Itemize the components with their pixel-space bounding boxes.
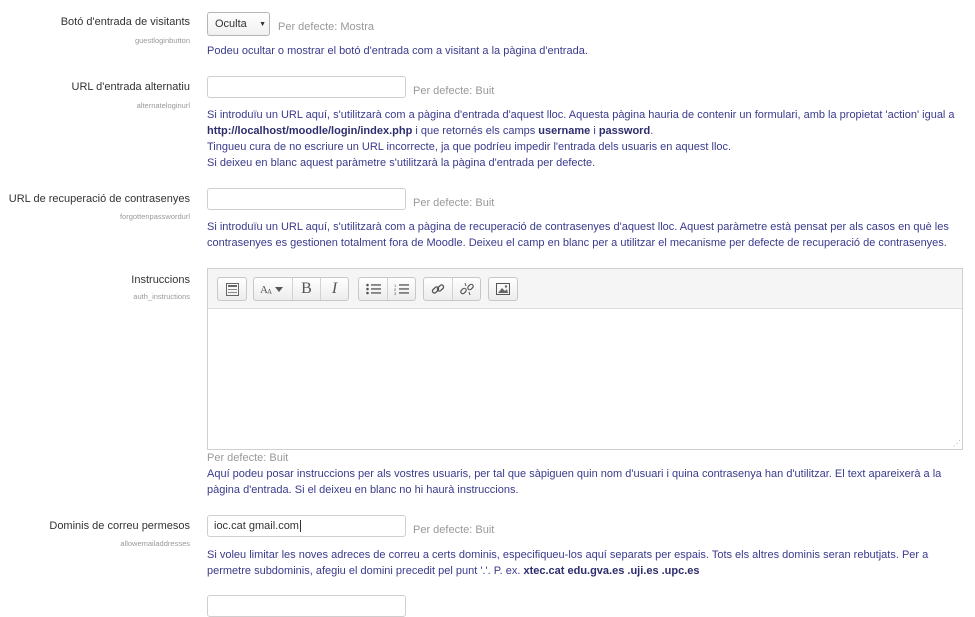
italic-icon[interactable]: I bbox=[320, 278, 348, 300]
setting-key-alternateloginurl: alternateloginurl bbox=[136, 101, 190, 110]
forgottenpasswordurl-description: Si introduïu un URL aquí, s'utilitzarà c… bbox=[207, 221, 949, 249]
setting-key-auth-instructions: auth_instructions bbox=[133, 292, 190, 301]
instructions-editor: AA B I 123 ⋰ bbox=[207, 268, 963, 450]
toolbar-group-links bbox=[423, 277, 481, 301]
next-setting-input[interactable] bbox=[207, 595, 406, 617]
setting-key-forgottenpasswordurl: forgottenpasswordurl bbox=[119, 212, 190, 221]
unlink-icon[interactable] bbox=[452, 278, 480, 300]
auth-instructions-description: Aquí podeu posar instruccions per als vo… bbox=[207, 468, 942, 496]
toolbar-group-toggle bbox=[217, 277, 247, 301]
svg-text:3: 3 bbox=[394, 291, 397, 295]
toolbar-group-lists: 123 bbox=[358, 277, 416, 301]
toolbar-group-text: AA B I bbox=[253, 277, 349, 301]
setting-key-guestloginbutton: guestloginbutton bbox=[134, 36, 190, 45]
ordered-list-icon[interactable]: 123 bbox=[387, 278, 415, 300]
setting-label-auth-instructions: Instruccions bbox=[131, 274, 190, 286]
chevron-down-icon: ▼ bbox=[259, 21, 266, 28]
setting-label-alternateloginurl: URL d'entrada alternatiu bbox=[71, 81, 191, 93]
alternateloginurl-description: Si introduïu un URL aquí, s'utilitzarà c… bbox=[207, 107, 962, 171]
username-field-text: username bbox=[538, 125, 591, 137]
alternateloginurl-default: Per defecte: Buit bbox=[413, 85, 495, 97]
alternateloginurl-description-line3: Si deixeu en blanc aquest paràmetre s'ut… bbox=[207, 157, 596, 169]
guestloginbutton-select[interactable]: Oculta ▼ bbox=[207, 12, 270, 36]
alternateloginurl-description-line1: Si introduïu un URL aquí, s'utilitzarà c… bbox=[207, 109, 955, 137]
guestloginbutton-description: Podeu ocultar o mostrar el botó d'entrad… bbox=[207, 45, 588, 57]
link-icon[interactable] bbox=[424, 278, 452, 300]
login-url-text: http://localhost/moodle/login/index.php bbox=[207, 125, 413, 137]
text-caret bbox=[299, 520, 301, 533]
resize-handle-icon[interactable]: ⋰ bbox=[953, 439, 961, 448]
guestloginbutton-default: Per defecte: Mostra bbox=[278, 21, 374, 33]
auth-instructions-default: Per defecte: Buit bbox=[207, 452, 289, 464]
allowemailaddresses-input[interactable]: ioc.cat gmail.com bbox=[207, 515, 406, 537]
allowemailaddresses-default: Per defecte: Buit bbox=[413, 524, 495, 536]
image-icon[interactable] bbox=[489, 278, 517, 300]
password-field-text: password bbox=[598, 125, 651, 137]
forgottenpasswordurl-default: Per defecte: Buit bbox=[413, 197, 495, 209]
unordered-list-icon[interactable] bbox=[359, 278, 387, 300]
example-domains-text: xtec.cat edu.gva.es .uji.es .upc.es bbox=[523, 565, 700, 577]
svg-text:A: A bbox=[267, 288, 272, 295]
forgottenpasswordurl-input[interactable] bbox=[207, 188, 406, 210]
setting-label-guestloginbutton: Botó d'entrada de visitants bbox=[60, 16, 190, 28]
toggle-toolbar-icon[interactable] bbox=[218, 278, 246, 300]
bold-icon[interactable]: B bbox=[292, 278, 320, 300]
guestloginbutton-select-value: Oculta bbox=[215, 18, 247, 30]
editor-toolbar: AA B I 123 bbox=[208, 269, 962, 309]
setting-label-allowemailaddresses: Dominis de correu permesos bbox=[49, 520, 190, 532]
setting-key-allowemailaddresses: allowemailaddresses bbox=[120, 539, 190, 548]
alternateloginurl-input[interactable] bbox=[207, 76, 406, 98]
alternateloginurl-description-line2: Tingueu cura de no escriure un URL incor… bbox=[207, 141, 732, 153]
setting-label-forgottenpasswordurl: URL de recuperació de contrasenyes bbox=[8, 193, 190, 205]
allowemailaddresses-value: ioc.cat gmail.com bbox=[214, 520, 299, 532]
font-style-icon[interactable]: AA bbox=[254, 278, 292, 300]
allowemailaddresses-description: Si voleu limitar les noves adreces de co… bbox=[207, 549, 929, 577]
toolbar-group-media bbox=[488, 277, 518, 301]
